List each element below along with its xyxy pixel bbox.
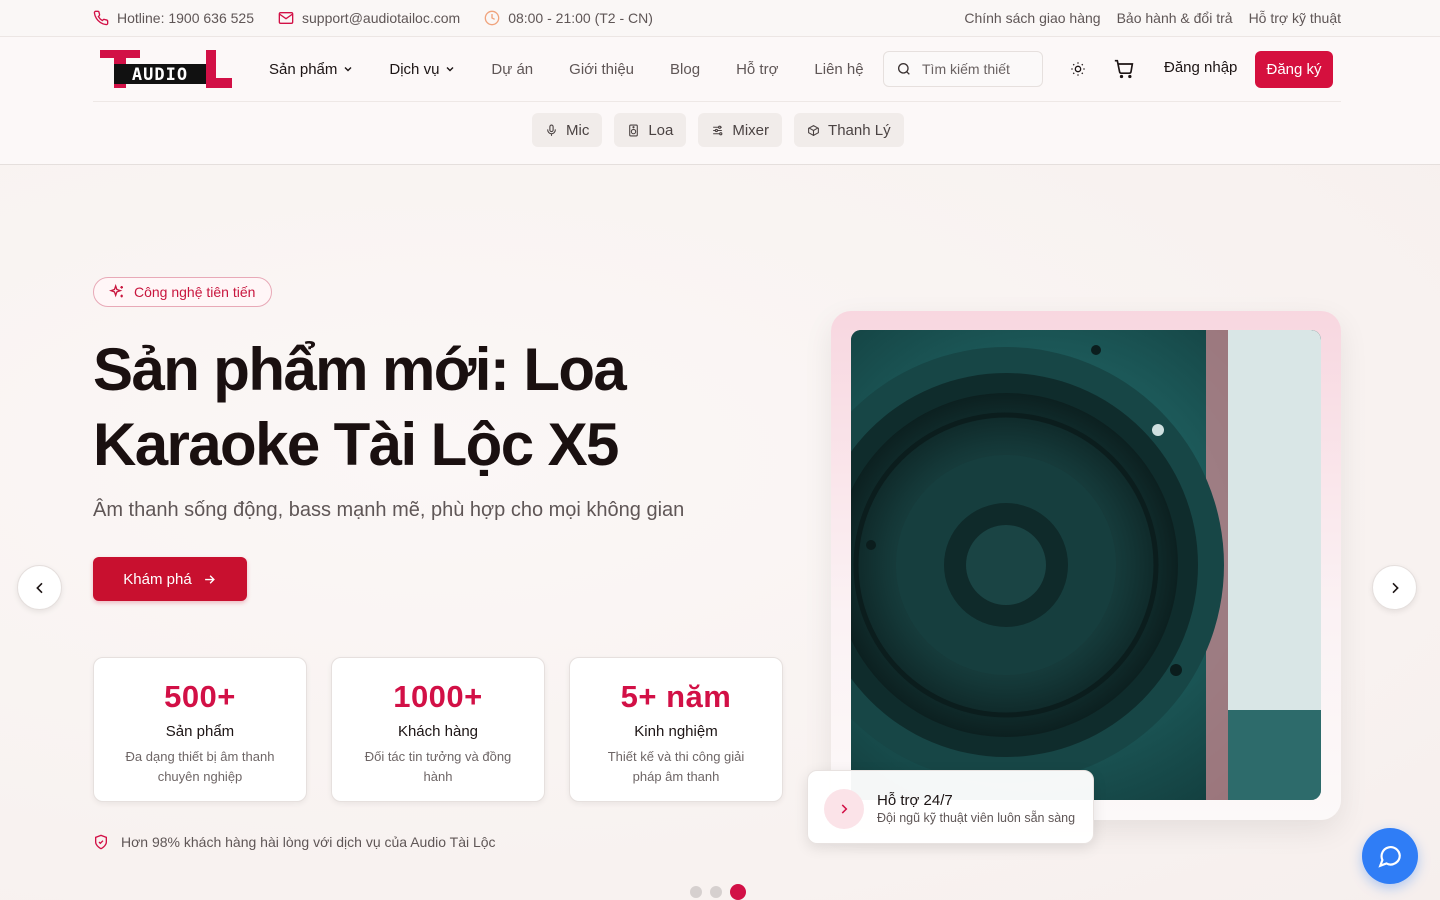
header-divider [93,101,1341,102]
stats-row: 500+ Sản phẩm Đa dạng thiết bị âm thanh … [93,657,783,802]
explore-button-label: Khám phá [123,570,192,588]
warranty-link[interactable]: Bảo hành & đổi trả [1117,10,1233,26]
cart-icon [1114,59,1134,79]
category-mixer[interactable]: Mixer [698,113,783,147]
email-text: support@audiotailoc.com [302,10,461,26]
speaker-icon [629,124,639,136]
support-card-desc: Đội ngũ kỹ thuật viên luôn sẵn sàng [877,811,1076,825]
stat-card-products: 500+ Sản phẩm Đa dạng thiết bị âm thanh … [93,657,307,802]
logo-text: AUDIO [132,65,188,85]
chat-button[interactable] [1362,828,1418,884]
stat-card-customers: 1000+ Khách hàng Đối tác tin tưởng và đồ… [331,657,545,802]
stat-value: 1000+ [393,679,483,714]
category-mixer-label: Mixer [732,121,770,139]
chevron-left-icon [35,582,43,593]
product-image-frame [831,311,1341,820]
hours-item: 08:00 - 21:00 (T2 - CN) [484,10,653,26]
sliders-icon [713,125,723,135]
mail-icon [278,12,294,24]
chevron-down-icon [446,67,454,72]
top-info-bar: Hotline: 1900 636 525 support@audiotailo… [0,0,1440,37]
stat-title: Khách hàng [397,723,479,740]
category-speaker[interactable]: Loa [614,113,687,147]
hero-badge-label: Công nghệ tiên tiến [134,284,256,300]
product-image[interactable] [851,330,1321,800]
nav-projects[interactable]: Dự án [491,61,533,78]
speaker-photo-illustration [851,330,1321,800]
carousel-dot-1[interactable] [690,886,702,898]
hero-title: Sản phẩm mới: Loa Karaoke Tài Lộc X5 [93,336,627,478]
nav-services-label: Dịch vụ [389,60,440,78]
category-clearance[interactable]: Thanh Lý [794,113,904,147]
tech-support-link[interactable]: Hỗ trợ kỹ thuật [1249,10,1341,26]
signup-button[interactable]: Đăng ký [1255,51,1333,88]
search-input[interactable] [922,61,1032,77]
chevron-down-icon [344,67,352,72]
carousel-prev-button[interactable] [17,565,62,610]
clock-icon [484,10,500,26]
sparkles-icon [109,284,123,298]
category-mic-label: Mic [566,121,590,139]
trust-note-text: Hơn 98% khách hàng hài lòng với dịch vụ … [121,834,496,850]
nav-blog[interactable]: Blog [670,61,700,78]
nav-contact[interactable]: Liên hệ [814,61,863,78]
chevron-right-icon [841,804,848,814]
stat-value: 5+ năm [620,679,732,714]
carousel-dot-3[interactable] [730,884,746,900]
carousel-next-button[interactable] [1372,565,1417,610]
nav-support[interactable]: Hỗ trợ [736,61,778,78]
nav-products-label: Sản phẩm [269,60,338,78]
sun-icon [1071,62,1085,76]
login-button[interactable]: Đăng nhập [1164,59,1237,76]
hero-subtitle: Âm thanh sống động, bass mạnh mẽ, phù hợ… [93,499,685,521]
theme-toggle-button[interactable] [1068,59,1088,79]
arrow-right-icon [204,574,215,584]
chevron-right-icon [1391,582,1399,593]
email-item[interactable]: support@audiotailoc.com [278,10,460,26]
carousel-dots [690,884,746,900]
stat-desc: Đa dạng thiết bị âm thanh chuyên nghiệp [125,749,275,784]
stat-desc: Thiết kế và thi công giải pháp âm thanh [607,749,745,784]
support-card[interactable]: Hỗ trợ 24/7 Đội ngũ kỹ thuật viên luôn s… [807,770,1094,844]
explore-button[interactable]: Khám phá [93,557,247,601]
trust-note: Hơn 98% khách hàng hài lòng với dịch vụ … [93,834,496,850]
stat-card-experience: 5+ năm Kinh nghiệm Thiết kế và thi công … [569,657,783,802]
hotline-item[interactable]: Hotline: 1900 636 525 [93,10,254,26]
support-card-title: Hỗ trợ 24/7 [877,792,953,809]
category-clearance-label: Thanh Lý [828,121,891,139]
category-subnav: Mic Loa Mixer Thanh Lý [532,113,904,147]
category-speaker-label: Loa [648,121,674,139]
stat-desc: Đối tác tin tưởng và đồng hành [364,749,512,784]
stat-title: Kinh nghiệm [634,723,718,740]
support-card-icon [824,789,864,829]
chat-bubble-icon [1378,846,1401,868]
shipping-policy-link[interactable]: Chính sách giao hàng [964,10,1100,26]
shield-check-icon [95,834,107,850]
category-mic[interactable]: Mic [532,113,603,147]
phone-icon [93,10,109,26]
main-nav: Sản phẩm Dịch vụ Dự án Giới thiệu Blog H… [269,51,900,87]
hero-badge: Công nghệ tiên tiến [93,277,273,307]
nav-services[interactable]: Dịch vụ [389,61,455,78]
search-icon [898,62,910,75]
nav-products[interactable]: Sản phẩm [269,61,353,78]
stat-value: 500+ [164,679,236,714]
carousel-dot-2[interactable] [710,886,722,898]
hotline-text: Hotline: 1900 636 525 [117,10,254,26]
main-header: AUDIO Sản phẩm Dịch vụ Dự án Giới thiệu … [0,37,1440,165]
stat-title: Sản phẩm [165,723,235,740]
hours-text: 08:00 - 21:00 (T2 - CN) [508,10,653,26]
package-icon [808,124,819,136]
nav-about[interactable]: Giới thiệu [569,61,634,78]
cart-button[interactable] [1114,59,1134,79]
audio-tailoc-logo[interactable]: AUDIO [100,50,232,88]
search-box[interactable] [883,51,1043,87]
mic-icon [547,124,556,136]
